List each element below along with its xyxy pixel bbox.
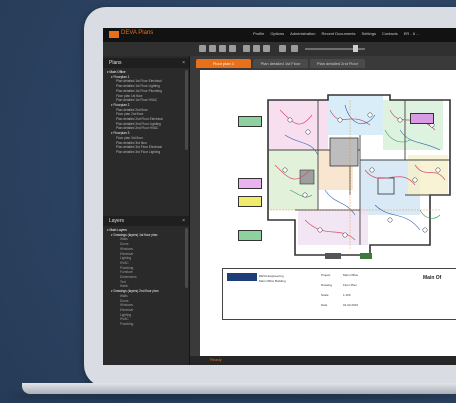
status-text: Ready	[210, 357, 222, 362]
drawing-label: Drawing	[321, 283, 333, 287]
layers-tree: ▾ Main Layers ▾ Drawings (layers) 1st flo…	[103, 228, 189, 327]
main-menu: Profile Options Administration Recent Do…	[253, 31, 420, 36]
pan-tool-icon[interactable]	[209, 45, 216, 52]
scrollbar[interactable]	[185, 228, 188, 288]
pen-tool-icon[interactable]	[243, 45, 250, 52]
project-value: Main Office	[343, 273, 359, 277]
toolbar	[103, 42, 456, 57]
layers-panel-header: Layers ×	[103, 216, 189, 226]
menu-item[interactable]: Options	[270, 31, 284, 36]
menu-item[interactable]: Settings	[362, 31, 376, 36]
app-logo-icon	[109, 31, 119, 38]
plans-tree: ▾ Main Office ▾ Floorplan 1 Plan detailed …	[103, 70, 189, 155]
select-tool-icon[interactable]	[199, 45, 206, 52]
legend-callout-green[interactable]	[238, 116, 262, 127]
menu-item[interactable]: Administration	[290, 31, 315, 36]
shape-tool-icon[interactable]	[263, 45, 270, 52]
title-bar: DEVA Plans Profile Options Administratio…	[103, 28, 456, 42]
left-panel: Plans × ▾ Main Office ▾ Floorplan 1 Plan d…	[103, 56, 190, 365]
tree-item[interactable]: Plumbing	[103, 322, 189, 327]
plans-panel-header: Plans ×	[103, 58, 189, 68]
company-logo-icon	[227, 273, 257, 281]
scale-value: 1:100	[343, 293, 351, 297]
status-bar: Ready	[190, 356, 456, 365]
drawing-sheet[interactable]: DEVA Engineering Main Office Building Pr…	[200, 70, 456, 362]
scale-label: Scale	[321, 293, 329, 297]
company-name: DEVA Engineering	[259, 274, 284, 278]
project-label: Project	[321, 273, 331, 277]
close-icon[interactable]: ×	[182, 60, 185, 66]
scrollbar[interactable]	[185, 70, 188, 150]
tab-plan-detailed-2[interactable]: Plan detailed 2nd Floor	[310, 59, 365, 68]
title-block: DEVA Engineering Main Office Building Pr…	[222, 268, 456, 320]
app-title: DEVA Plans	[121, 30, 154, 36]
date-value: 01.02.2016	[343, 303, 359, 307]
document-tabs: Floor plan 1 Plan detailed 1st Floor Pla…	[196, 59, 365, 68]
legend-callout-purple[interactable]	[410, 113, 434, 124]
legend-callout-green[interactable]	[238, 230, 262, 241]
zoom-tool-icon[interactable]	[219, 45, 226, 52]
menu-item[interactable]: Profile	[253, 31, 264, 36]
document-area: Floor plan 1 Plan detailed 1st Floor Pla…	[190, 56, 456, 365]
close-icon[interactable]: ×	[182, 218, 185, 224]
menu-item[interactable]: Recent Documents	[321, 31, 355, 36]
legend-callout-pink[interactable]	[238, 178, 262, 189]
measure-tool-icon[interactable]	[229, 45, 236, 52]
menu-item[interactable]: ER - 6 ...	[404, 31, 420, 36]
tree-item[interactable]: Plan detailed 3rd Floor Lighting	[103, 150, 189, 155]
text-tool-icon[interactable]	[253, 45, 260, 52]
tab-floor-plan-1[interactable]: Floor plan 1	[196, 59, 251, 68]
menu-item[interactable]: Contacts	[382, 31, 398, 36]
print-icon[interactable]	[279, 45, 286, 52]
drawing-value: Floor Plan	[343, 283, 357, 287]
company-address: Main Office Building	[259, 279, 286, 283]
date-label: Date	[321, 303, 328, 307]
zoom-slider-thumb[interactable]	[353, 45, 358, 52]
app-window: DEVA Plans Profile Options Administratio…	[103, 28, 456, 365]
sheet-title: Main Of	[423, 275, 442, 281]
tab-plan-detailed-1[interactable]: Plan detailed 1st Floor	[253, 59, 308, 68]
panel-title: Layers	[109, 218, 125, 224]
laptop-base	[22, 383, 456, 394]
fit-page-icon[interactable]	[291, 45, 298, 52]
panel-title: Plans	[109, 60, 122, 66]
legend-callout-yellow[interactable]	[238, 196, 262, 207]
